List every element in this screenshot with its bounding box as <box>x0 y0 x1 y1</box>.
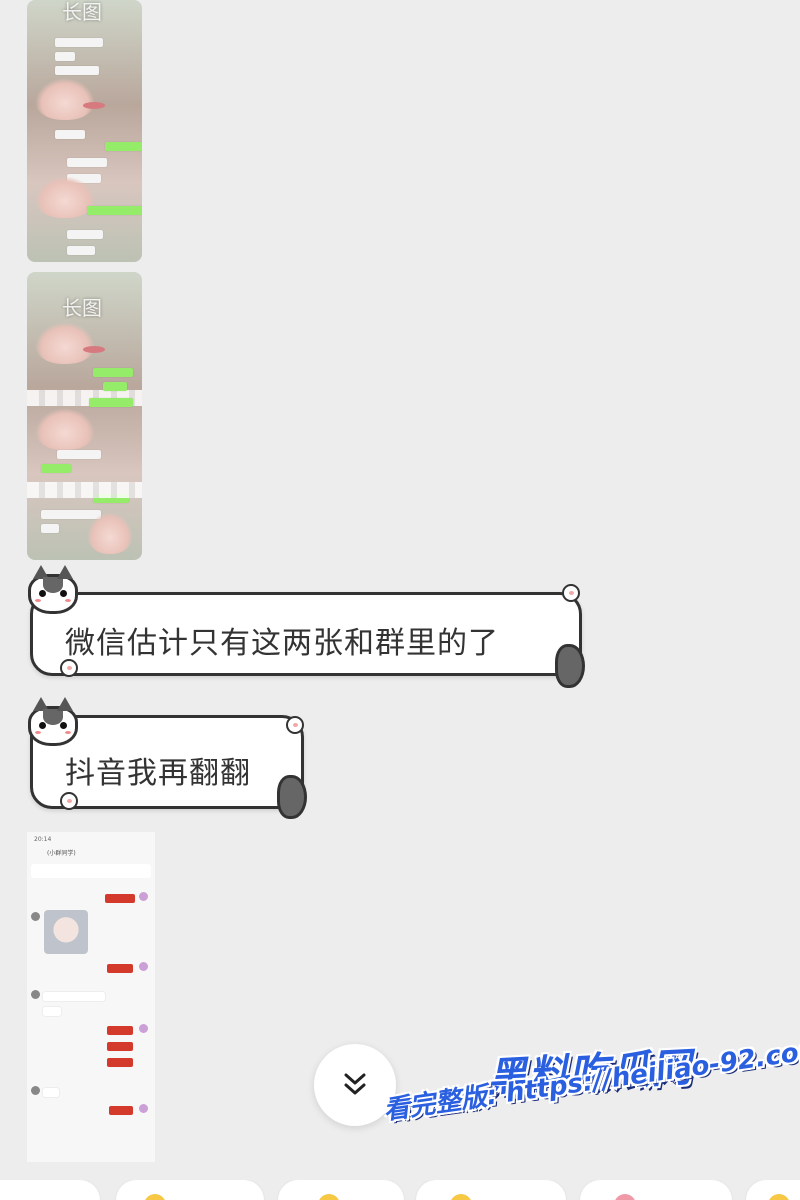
cat-head-icon <box>28 697 78 746</box>
mini-chat-bubble <box>67 158 107 167</box>
cat-head-icon <box>28 565 78 614</box>
avatar <box>31 912 40 921</box>
long-image-tag: 长图 <box>62 296 102 320</box>
face-photo <box>35 78 95 120</box>
mini-chat-bubble <box>41 510 101 519</box>
mini-chat-bubble <box>57 450 101 459</box>
quick-reply-chip[interactable] <box>116 1180 264 1200</box>
chat-bubble-sent <box>107 1042 133 1051</box>
mini-chat-bubble <box>55 66 99 75</box>
message-bubble[interactable]: 微信估计只有这两张和群里的了 <box>30 592 582 676</box>
face-photo <box>35 408 95 450</box>
avatar <box>139 1024 148 1033</box>
sticker-image <box>87 512 133 554</box>
cat-tail-icon <box>277 775 307 819</box>
quick-reply-bar <box>0 1180 800 1200</box>
cat-paw-icon <box>60 659 78 677</box>
message-text: 抖音我再翻翻 <box>65 756 251 791</box>
chat-bubble-sent <box>109 1106 133 1115</box>
mini-chat-bubble <box>67 230 103 239</box>
long-image-thumbnail-1[interactable]: 长图 <box>27 0 142 262</box>
quick-reply-chip[interactable] <box>746 1180 800 1200</box>
face-photo <box>83 102 105 109</box>
cat-tail-icon <box>555 644 585 688</box>
chat-notice <box>31 864 151 878</box>
chat-bubble-sent <box>107 964 133 973</box>
avatar <box>31 990 40 999</box>
quick-reply-chip[interactable] <box>580 1180 732 1200</box>
double-chevron-down-icon <box>344 1073 366 1095</box>
mini-chat-bubble <box>55 38 103 47</box>
mini-chat-bubble <box>103 382 127 391</box>
chat-screenshot-thumbnail[interactable]: 20:14 (小群同学) <box>27 832 155 1162</box>
chat-bubble-sent <box>105 894 135 903</box>
chat-bubble-received <box>43 992 105 1001</box>
sticker-image <box>44 910 88 954</box>
mini-chat-bubble <box>105 142 142 151</box>
emoji-icon <box>450 1194 472 1200</box>
quick-reply-chip[interactable] <box>278 1180 404 1200</box>
emoji-icon <box>768 1194 790 1200</box>
mini-chat-bubble <box>89 398 133 407</box>
chat-bubble-received <box>43 1007 61 1016</box>
mini-chat-bubble <box>87 206 142 215</box>
mini-chat-bubble <box>67 246 95 255</box>
long-image-thumbnail-2[interactable]: 长图 <box>27 272 142 560</box>
mini-chat-bubble <box>41 524 59 533</box>
avatar <box>139 892 148 901</box>
avatar <box>31 1086 40 1095</box>
mini-chat-bubble <box>55 52 75 61</box>
status-bar-time: 20:14 <box>34 836 52 843</box>
mini-chat-bubble <box>93 368 133 377</box>
cat-paw-icon <box>286 716 304 734</box>
cat-paw-icon <box>562 584 580 602</box>
cat-paw-icon <box>60 792 78 810</box>
chat-bubble-sent <box>107 1026 133 1035</box>
avatar <box>139 962 148 971</box>
message-text: 微信估计只有这两张和群里的了 <box>65 626 499 661</box>
long-image-tag: 长图 <box>62 0 102 24</box>
quick-reply-chip[interactable] <box>0 1180 100 1200</box>
face-photo <box>83 346 105 353</box>
face-photo <box>35 176 95 218</box>
collar-pattern <box>27 482 142 498</box>
chat-title: (小群同学) <box>47 850 76 857</box>
mini-chat-bubble <box>55 130 85 139</box>
face-photo <box>35 322 95 364</box>
chat-bubble-sent <box>107 1058 133 1067</box>
emoji-icon <box>144 1194 166 1200</box>
emoji-icon <box>614 1194 636 1200</box>
avatar <box>139 1104 148 1113</box>
emoji-icon <box>318 1194 340 1200</box>
mini-chat-bubble <box>41 464 71 473</box>
chat-bubble-received <box>43 1088 59 1097</box>
quick-reply-chip[interactable] <box>416 1180 566 1200</box>
